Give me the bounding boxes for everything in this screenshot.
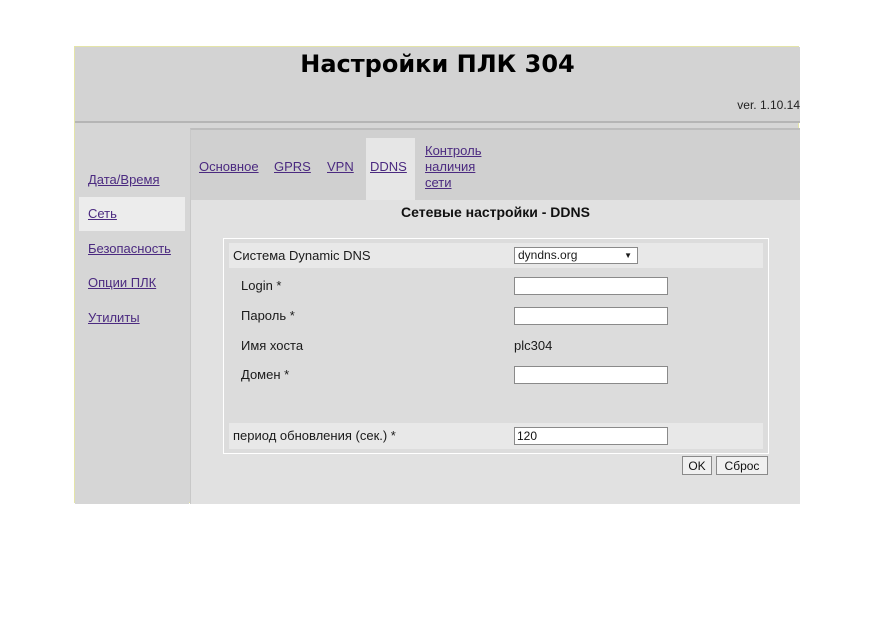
sidebar-item-label[interactable]: Сеть — [88, 206, 117, 221]
hostname-value: plc304 — [514, 338, 553, 353]
sidebar-item-datetime[interactable]: Дата/Время — [79, 163, 185, 197]
ddns-system-label: Система Dynamic DNS — [233, 248, 371, 263]
ok-button[interactable]: OK — [682, 456, 712, 475]
tab-network-control-line3[interactable]: сети — [425, 175, 481, 191]
version-label: ver. 1.10.14 — [737, 98, 800, 112]
sidebar-item-network[interactable]: Сеть — [79, 197, 185, 231]
login-label: Login * — [241, 278, 282, 293]
password-label: Пароль * — [241, 308, 295, 323]
reset-button[interactable]: Сброс — [716, 456, 768, 475]
page-title: Настройки ПЛК 304 — [300, 50, 575, 78]
tab-vpn[interactable]: VPN — [327, 159, 354, 175]
tab-bar: Основное GPRS VPN DDNS Контроль наличия … — [191, 130, 800, 200]
sidebar-item-label[interactable]: Утилиты — [88, 310, 140, 325]
sidebar-item-plc-options[interactable]: Опции ПЛК — [79, 266, 185, 300]
ddns-form: Система Dynamic DNS dyndns.org ▼ Login *… — [223, 238, 769, 454]
password-input[interactable] — [514, 307, 668, 325]
main-content: Основное GPRS VPN DDNS Контроль наличия … — [190, 128, 800, 504]
tab-network-control[interactable]: Контроль наличия сети — [425, 143, 481, 191]
settings-page: Настройки ПЛК 304 ver. 1.10.14 Дата/Врем… — [74, 46, 800, 504]
header-divider — [75, 121, 800, 123]
sidebar-item-label[interactable]: Опции ПЛК — [88, 275, 156, 290]
sidebar: Дата/Время Сеть Безопасность Опции ПЛК У… — [75, 126, 189, 504]
tab-network-control-line1[interactable]: Контроль — [425, 143, 481, 159]
domain-input[interactable] — [514, 366, 668, 384]
login-input[interactable] — [514, 277, 668, 295]
ddns-system-select[interactable]: dyndns.org ▼ — [514, 247, 638, 264]
sidebar-item-utilities[interactable]: Утилиты — [79, 301, 185, 335]
domain-label: Домен * — [241, 367, 290, 382]
dropdown-arrow-icon: ▼ — [624, 251, 632, 260]
sidebar-item-security[interactable]: Безопасность — [79, 232, 185, 266]
tab-gprs[interactable]: GPRS — [274, 159, 311, 175]
page-header: Настройки ПЛК 304 ver. 1.10.14 — [75, 47, 800, 121]
sidebar-item-label[interactable]: Безопасность — [88, 241, 171, 256]
tab-basic[interactable]: Основное — [199, 159, 259, 175]
update-period-input[interactable] — [514, 427, 668, 445]
tab-ddns[interactable]: DDNS — [370, 159, 407, 175]
tab-network-control-line2[interactable]: наличия — [425, 159, 481, 175]
sidebar-item-label[interactable]: Дата/Время — [88, 172, 160, 187]
section-title: Сетевые настройки - DDNS — [401, 204, 590, 220]
ddns-system-selected: dyndns.org — [518, 248, 578, 262]
hostname-label: Имя хоста — [241, 338, 304, 353]
update-period-label: период обновления (сек.) * — [233, 428, 396, 443]
